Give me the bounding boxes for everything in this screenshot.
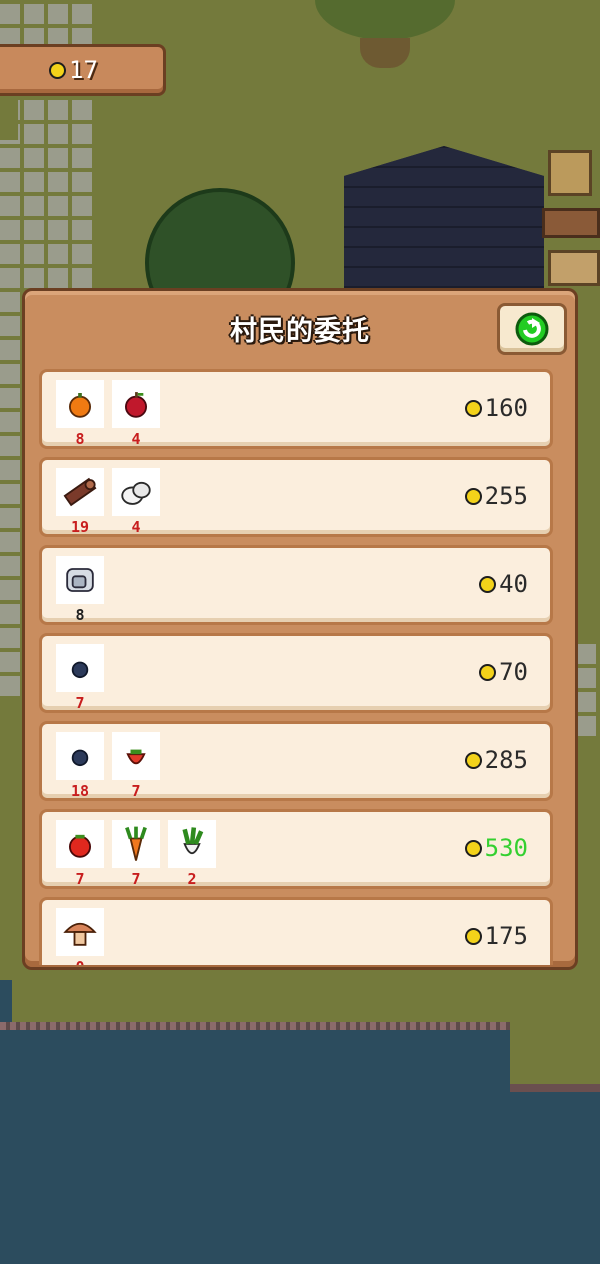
house-roof (344, 146, 544, 306)
required-items: 18 7 (56, 732, 160, 800)
reward: 255 (464, 482, 528, 510)
required-items: 0 (56, 908, 104, 965)
reward-amount: 285 (484, 746, 528, 774)
item-quantity: 18 (70, 782, 90, 800)
required-items: 8 (56, 556, 104, 624)
refresh-button[interactable] (497, 303, 567, 355)
refresh-icon (515, 312, 549, 346)
quest-row[interactable]: 8 40 (39, 545, 553, 625)
stone-icon (112, 468, 160, 516)
required-item: 2 (168, 820, 216, 888)
required-item: 18 (56, 732, 104, 800)
iron-ore-icon (56, 556, 104, 604)
reward: 175 (464, 922, 528, 950)
signboard (548, 250, 600, 286)
reward: 70 (479, 658, 528, 686)
wood-log-icon (56, 468, 104, 516)
fence (542, 208, 600, 238)
item-quantity: 0 (56, 958, 104, 965)
tomato-icon (56, 820, 104, 868)
item-quantity: 7 (75, 694, 85, 712)
tree-trunk (360, 38, 410, 68)
villager-requests-panel: 村民的委托 841601942558407701872857725300175 (22, 288, 578, 970)
required-item: 8 (56, 556, 104, 624)
quest-row[interactable]: 7 70 (39, 633, 553, 713)
mushroom-icon (56, 908, 104, 956)
quest-row[interactable]: 8 4 160 (39, 369, 553, 449)
turnip-icon (168, 820, 216, 868)
required-item: 4 (112, 380, 160, 448)
item-quantity: 7 (131, 782, 141, 800)
quest-list[interactable]: 841601942558407701872857725300175 (39, 369, 557, 965)
item-quantity: 2 (187, 870, 197, 888)
required-items: 84 (56, 380, 160, 448)
quest-row[interactable]: 18 7 285 (39, 721, 553, 801)
quest-row[interactable]: 19 4 255 (39, 457, 553, 537)
crate (548, 150, 592, 196)
required-item: 7 (56, 644, 104, 712)
reward: 530 (464, 834, 528, 862)
coin-counter: 17 (0, 44, 166, 96)
orange-icon (56, 380, 104, 428)
reward-amount: 160 (484, 394, 528, 422)
reward: 160 (464, 394, 528, 422)
carrot-icon (112, 820, 160, 868)
required-item: 19 (56, 468, 104, 536)
coin-icon (479, 575, 497, 593)
reward-amount: 255 (484, 482, 528, 510)
item-quantity: 7 (75, 870, 85, 888)
reward-amount: 40 (499, 570, 528, 598)
apple-icon (112, 380, 160, 428)
item-quantity: 4 (131, 430, 141, 448)
coin-icon (464, 487, 482, 505)
coin-icon (464, 927, 482, 945)
quest-row[interactable]: 0 175 (39, 897, 553, 965)
required-items: 7 7 2 (56, 820, 216, 888)
tree-canopy (315, 0, 455, 40)
required-item: 4 (112, 468, 160, 536)
stone-path-right (576, 640, 600, 736)
coin-amount: 17 (69, 56, 98, 84)
item-quantity: 7 (131, 870, 141, 888)
item-quantity: 8 (75, 606, 85, 624)
required-items: 7 (56, 644, 104, 712)
coin-icon (479, 663, 497, 681)
coin-icon (49, 61, 66, 79)
item-quantity: 4 (131, 518, 141, 536)
reward-amount: 70 (499, 658, 528, 686)
required-item: 7 (112, 820, 160, 888)
grass-ledge (510, 1022, 600, 1092)
panel-title: 村民的委托 (230, 316, 370, 347)
strawberry-icon (112, 732, 160, 780)
required-item: 0 (56, 908, 104, 965)
reward: 40 (479, 570, 528, 598)
quest-row[interactable]: 7 7 2 530 (39, 809, 553, 889)
blueberry-icon (56, 732, 104, 780)
coin-icon (464, 839, 482, 857)
reward-amount: 530 (484, 834, 528, 862)
reward-amount: 175 (484, 922, 528, 950)
required-item: 7 (56, 820, 104, 888)
blueberry-icon (56, 644, 104, 692)
required-item: 7 (112, 732, 160, 800)
coin-icon (464, 751, 482, 769)
required-items: 19 4 (56, 468, 160, 536)
required-item: 8 (56, 380, 104, 448)
reward: 285 (464, 746, 528, 774)
item-quantity: 8 (75, 430, 85, 448)
item-quantity: 19 (70, 518, 90, 536)
coin-icon (464, 399, 482, 417)
